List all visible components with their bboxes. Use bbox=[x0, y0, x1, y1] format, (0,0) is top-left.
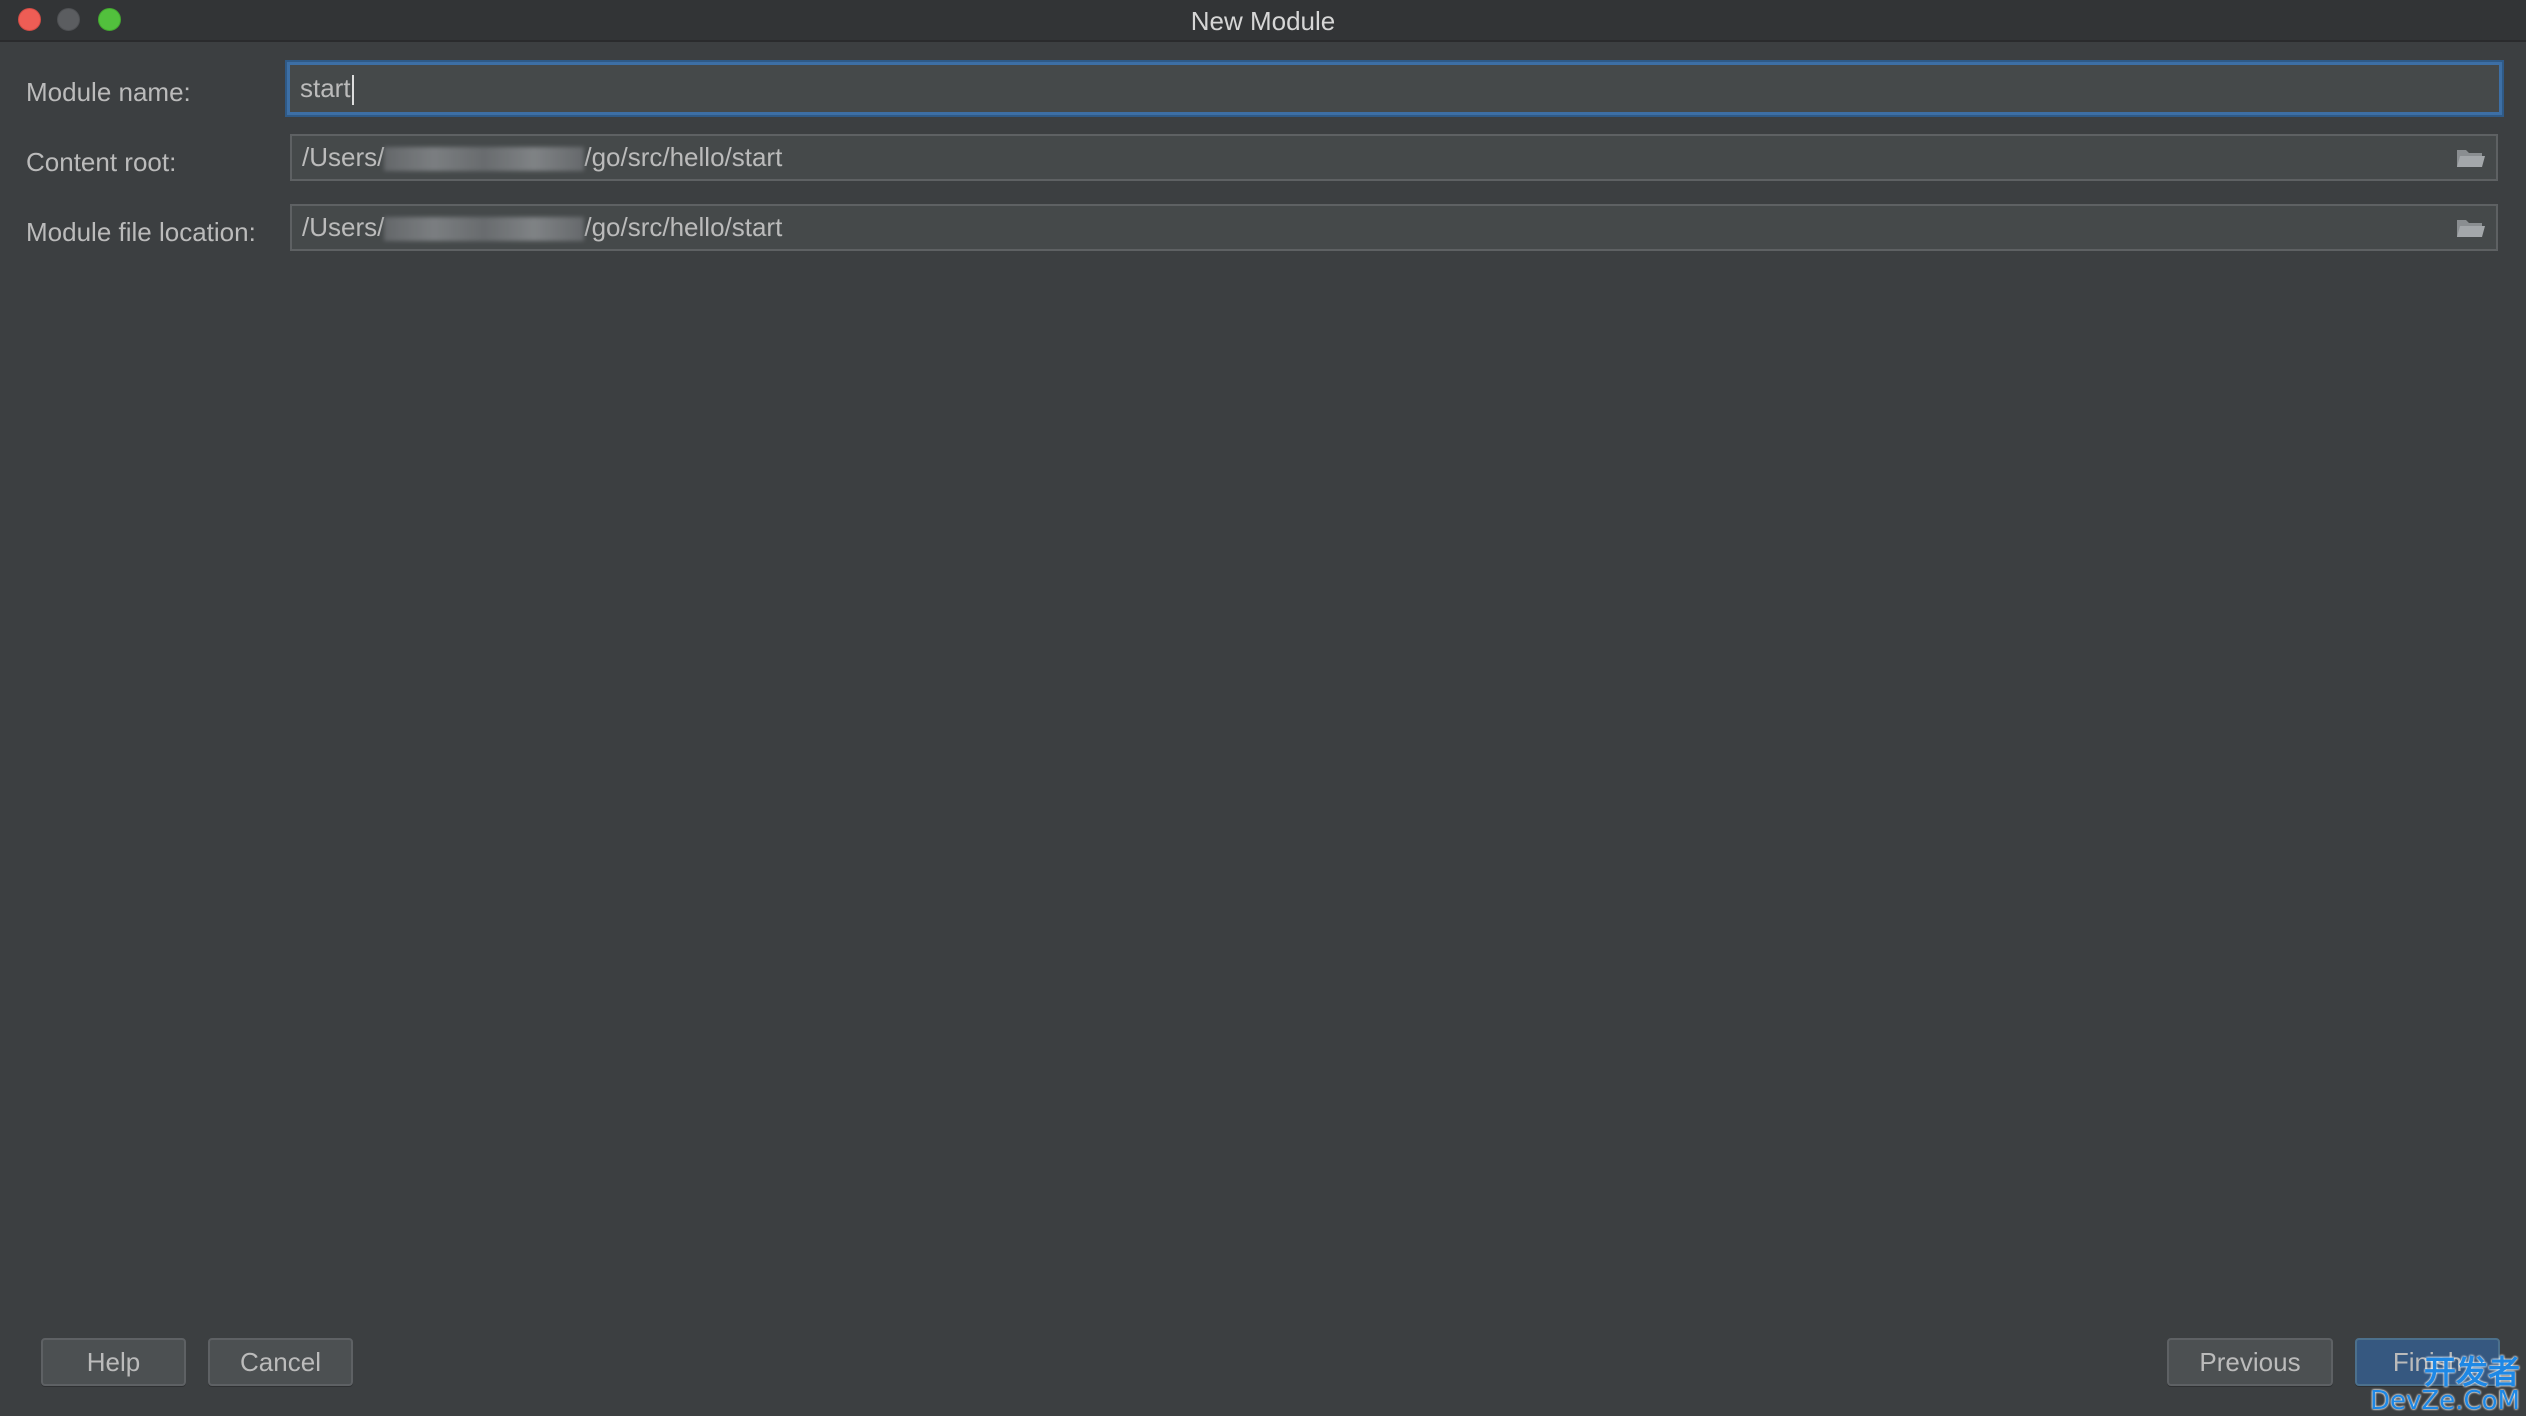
module-name-input[interactable]: start bbox=[287, 62, 2502, 115]
module-file-location-label: Module file location: bbox=[26, 217, 256, 247]
previous-button[interactable]: Previous bbox=[2167, 1338, 2333, 1386]
module-file-location-input[interactable]: /Users/ /go/src/hello/start bbox=[290, 204, 2498, 251]
content-root-value-suffix: /go/src/hello/start bbox=[584, 142, 783, 172]
folder-icon[interactable] bbox=[2456, 147, 2486, 169]
new-module-dialog: New Module Module name: start Content ro… bbox=[0, 0, 2526, 1416]
module-name-value: start bbox=[300, 73, 351, 103]
module-name-label: Module name: bbox=[26, 77, 191, 107]
redacted-username bbox=[384, 217, 585, 242]
module-file-location-value-prefix: /Users/ bbox=[302, 212, 385, 242]
redacted-username bbox=[384, 147, 585, 172]
watermark-line1: 开发者 bbox=[2423, 1353, 2520, 1391]
watermark-line2: DevZe.CoM bbox=[2370, 1386, 2520, 1416]
cancel-button[interactable]: Cancel bbox=[208, 1338, 353, 1386]
content-root-label: Content root: bbox=[26, 147, 177, 177]
window-title: New Module bbox=[1190, 6, 1336, 36]
module-file-location-value-suffix: /go/src/hello/start bbox=[584, 212, 783, 242]
text-caret bbox=[351, 75, 354, 106]
content-root-value-prefix: /Users/ bbox=[302, 142, 385, 172]
content-root-input[interactable]: /Users/ /go/src/hello/start bbox=[290, 134, 2498, 181]
folder-icon[interactable] bbox=[2456, 217, 2486, 239]
title-bar: New Module bbox=[0, 0, 2526, 42]
help-button[interactable]: Help bbox=[41, 1338, 186, 1386]
watermark: 开发者 DevZe.CoM bbox=[2370, 1356, 2520, 1414]
